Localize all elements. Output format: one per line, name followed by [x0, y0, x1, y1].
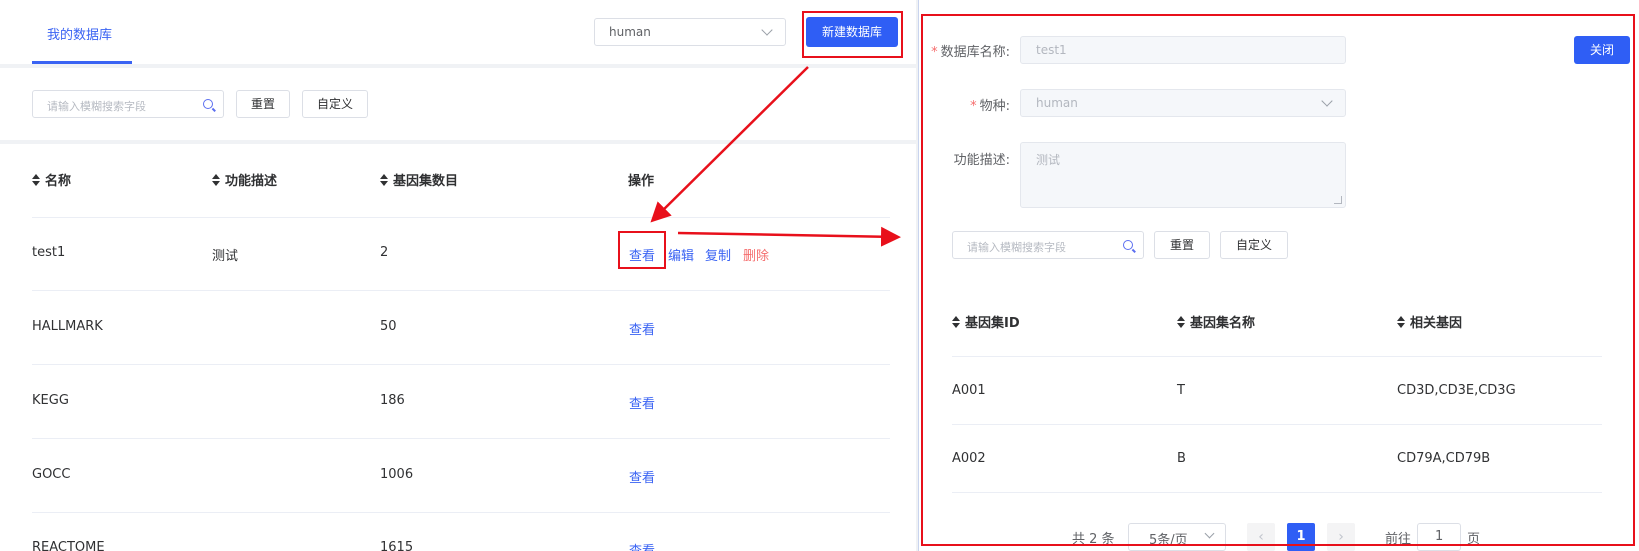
view-link[interactable]: 查看 — [629, 467, 655, 486]
view-link[interactable]: 查看 — [629, 393, 655, 412]
cell-name: test1 — [32, 245, 66, 260]
search-input[interactable]: 请输入模糊搜索字段 — [32, 90, 224, 118]
highlight-box-view-link — [618, 231, 666, 269]
search-icon[interactable] — [203, 99, 213, 109]
row-divider — [32, 364, 890, 365]
sort-icon — [380, 174, 388, 186]
column-header-actions: 操作 — [628, 170, 654, 189]
cell-description: 测试 — [212, 249, 239, 264]
row-divider — [32, 290, 890, 291]
cell-count: 1006 — [380, 467, 414, 482]
table-card — [0, 144, 916, 551]
column-header-label: 操作 — [628, 174, 655, 189]
delete-link[interactable]: 删除 — [743, 245, 769, 264]
chevron-down-icon — [761, 24, 773, 36]
column-header-label: 功能描述 — [225, 174, 278, 189]
header-card: 我的数据库 human 新建数据库 — [0, 0, 916, 64]
cell-name: GOCC — [32, 467, 71, 482]
tab-active-indicator — [32, 61, 132, 64]
view-link[interactable]: 查看 — [629, 319, 655, 338]
species-select-value: human — [609, 25, 651, 39]
database-list-page: 我的数据库 human 新建数据库 请输入模糊搜索字段 重置 自定义 名称 功能… — [0, 0, 916, 551]
reset-button[interactable]: 重置 — [236, 90, 290, 118]
customize-button[interactable]: 自定义 — [302, 90, 368, 118]
column-header-geneset-count[interactable]: 基因集数目 — [380, 170, 458, 189]
view-link[interactable]: 查看 — [629, 540, 655, 551]
column-header-name[interactable]: 名称 — [32, 170, 71, 189]
cell-count: 2 — [380, 245, 389, 260]
row-divider — [32, 512, 890, 513]
search-placeholder: 请输入模糊搜索字段 — [47, 100, 146, 113]
column-header-label: 名称 — [45, 174, 72, 189]
row-divider — [32, 217, 890, 218]
cell-count: 1615 — [380, 540, 414, 551]
tab-my-databases[interactable]: 我的数据库 — [32, 0, 132, 64]
filter-card: 请输入模糊搜索字段 重置 自定义 — [0, 68, 916, 140]
sort-icon — [32, 174, 40, 186]
column-header-description[interactable]: 功能描述 — [212, 170, 277, 189]
sort-icon — [212, 174, 220, 186]
cell-name: HALLMARK — [32, 319, 103, 334]
cell-name: KEGG — [32, 393, 69, 408]
tab-label: 我的数据库 — [47, 28, 113, 43]
cell-name: REACTOME — [32, 540, 105, 551]
cell-count: 186 — [380, 393, 405, 408]
highlight-box-detail-panel — [921, 14, 1635, 546]
edit-link[interactable]: 编辑 — [668, 245, 694, 264]
species-select[interactable]: human — [594, 18, 786, 46]
cell-count: 50 — [380, 319, 397, 334]
highlight-box-new-database — [802, 11, 903, 58]
column-header-label: 基因集数目 — [393, 174, 459, 189]
row-divider — [32, 438, 890, 439]
copy-link[interactable]: 复制 — [705, 245, 731, 264]
